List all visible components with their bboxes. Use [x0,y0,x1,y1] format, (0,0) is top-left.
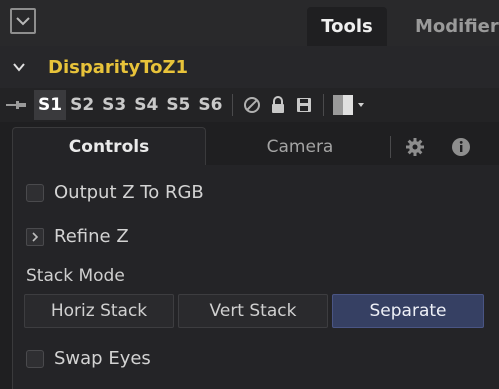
tab-tools-label: Tools [321,16,373,37]
stack-horiz-label: Horiz Stack [50,301,148,321]
stack-vert-label: Vert Stack [209,301,297,321]
output-z-row[interactable]: Output Z To RGB [26,182,204,203]
output-z-label: Output Z To RGB [54,182,204,203]
output-z-checkbox[interactable] [26,183,44,202]
swap-eyes-row[interactable]: Swap Eyes [26,348,151,369]
tab-tools[interactable]: Tools [307,7,387,46]
disable-icon [244,97,261,113]
tab-camera[interactable]: Camera [210,127,390,166]
swap-eyes-label: Swap Eyes [54,348,151,369]
tab-modifiers[interactable]: Modifiers [395,7,499,46]
slot-s5[interactable]: S5 [162,90,194,120]
toolbar-divider [232,94,234,116]
slot-s3[interactable]: S3 [98,90,130,120]
collapse-panel-button[interactable] [10,8,36,34]
slot-s2[interactable]: S2 [66,90,98,120]
chevron-right-icon [32,231,39,242]
save-icon [297,98,312,112]
stack-separate-button[interactable]: Separate [332,294,484,328]
tab-controls[interactable]: Controls [12,127,206,166]
stack-separate-label: Separate [369,301,447,321]
stack-mode-label: Stack Mode [26,266,125,286]
lock-icon [272,96,285,113]
slot-s4[interactable]: S4 [130,90,162,120]
tab-controls-label: Controls [68,137,150,157]
slot-s6[interactable]: S6 [194,90,226,120]
disable-button[interactable] [239,90,265,120]
tab-camera-label: Camera [266,136,334,157]
info-icon [452,138,470,156]
node-header[interactable]: DisparityToZ1 [0,46,499,88]
slot-s1[interactable]: S1 [34,90,67,120]
stack-vert-button[interactable]: Vert Stack [178,294,328,328]
save-button[interactable] [291,90,317,120]
swap-eyes-checkbox[interactable] [26,349,44,368]
chevron-down-icon [16,17,30,26]
node-title: DisparityToZ1 [48,56,189,78]
lock-button[interactable] [265,90,291,120]
stack-horiz-button[interactable]: Horiz Stack [24,294,174,328]
gear-icon [406,138,424,156]
tab-info[interactable] [448,132,474,162]
tab-divider [390,136,391,158]
refine-z-row[interactable]: Refine Z [26,226,129,247]
tab-settings[interactable] [402,132,428,162]
expand-chevron-icon[interactable] [12,60,26,74]
pin-icon [6,101,26,109]
tab-modifiers-label: Modifiers [415,16,499,37]
color-swatch-icon [333,95,365,115]
refine-z-label: Refine Z [54,226,129,247]
refine-expand-button[interactable] [26,227,44,246]
toolbar-divider [323,94,325,116]
color-swatch-dropdown[interactable] [330,90,370,120]
node-toolbar: S1 S2 S3 S4 S5 S6 [0,88,499,122]
pin-button[interactable] [0,88,34,122]
